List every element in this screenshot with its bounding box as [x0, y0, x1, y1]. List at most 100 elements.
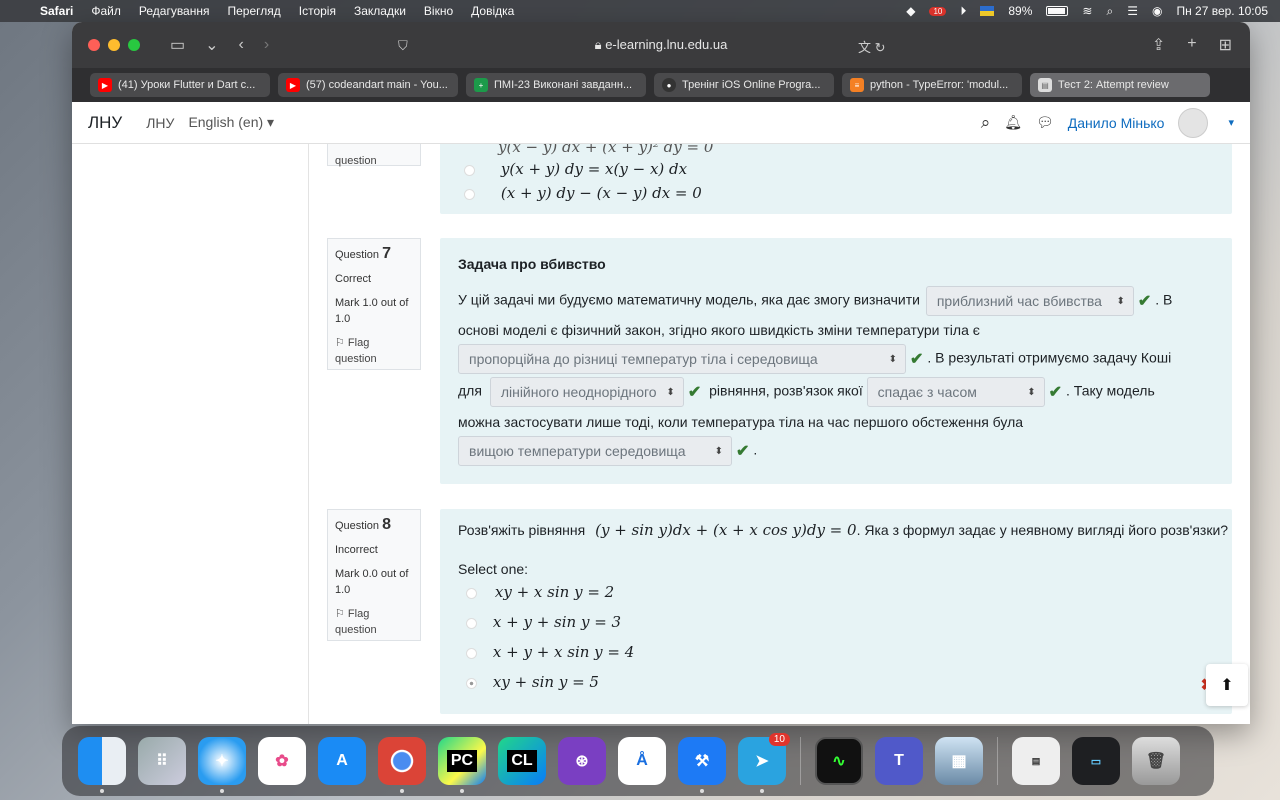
tab-label: (41) Уроки Flutter и Dart с...	[118, 79, 256, 91]
trash-icon[interactable]: 🗑︎	[1132, 737, 1180, 785]
back-icon[interactable]: ‹	[239, 36, 244, 54]
recent-window-icon[interactable]: ▭	[1072, 737, 1120, 785]
close-window-button[interactable]	[88, 39, 100, 51]
ukraine-flag-icon[interactable]	[980, 6, 995, 16]
avatar[interactable]	[1178, 107, 1209, 138]
select-dropdown[interactable]: пропорційна до різниці температур тіла і…	[458, 344, 906, 374]
siri-icon[interactable]: ◉	[1152, 4, 1162, 18]
telegram-icon[interactable]: ➤ 10	[738, 733, 790, 793]
finder-icon[interactable]	[78, 737, 126, 793]
menu-view[interactable]: Перегляд	[227, 4, 280, 18]
dock-separator	[800, 737, 801, 785]
radio-button[interactable]	[466, 647, 477, 659]
photos-icon[interactable]: ✿	[258, 737, 306, 785]
radio-button[interactable]	[464, 188, 475, 200]
url-text: e-learning.lnu.edu.ua	[605, 37, 728, 52]
notifications-bell-icon[interactable]: 🔔︎	[1004, 114, 1022, 131]
answer-option-selected[interactable]: xy + sin y = 5	[458, 673, 599, 691]
user-menu-name[interactable]: Данило Мінько	[1068, 115, 1165, 131]
option-formula: xy + sin y = 5	[492, 673, 599, 691]
answer-option[interactable]: x + y + sin y = 3	[458, 613, 621, 631]
battery-icon[interactable]	[1046, 6, 1069, 16]
radio-button[interactable]	[464, 164, 475, 176]
menu-history[interactable]: Історія	[299, 4, 336, 18]
menu-window[interactable]: Вікно	[424, 4, 453, 18]
radio-button[interactable]	[466, 617, 477, 629]
flag-question-link[interactable]: ⚐ Flag question	[335, 335, 413, 367]
forward-icon[interactable]: ›	[264, 36, 269, 54]
zoom-window-button[interactable]	[128, 39, 140, 51]
tab-python-error[interactable]: ≡ python - TypeError: 'modul...	[842, 73, 1022, 97]
answer-option[interactable]: xy + x sin y = 2	[458, 583, 614, 601]
toolbar-right: ⇪ + ⊞	[1152, 35, 1232, 55]
radio-button[interactable]	[466, 587, 477, 599]
app-store-icon[interactable]: A	[318, 737, 366, 785]
caret-down-icon[interactable]: ▾	[1228, 116, 1234, 129]
teams-icon[interactable]: T	[875, 737, 923, 785]
radio-button-checked[interactable]	[466, 677, 477, 689]
control-center-icon[interactable]: ☰	[1127, 4, 1138, 18]
activity-monitor-icon[interactable]: ∿	[815, 737, 863, 785]
safari-icon[interactable]: ✦	[198, 737, 246, 793]
answer-option[interactable]: x + y + x sin y = 4	[458, 643, 634, 661]
play-icon[interactable]: ⏵	[960, 4, 966, 19]
address-bar[interactable]: 🔒︎ e-learning.lnu.edu.ua	[595, 37, 728, 53]
language-menu[interactable]: English (en) ▾	[188, 114, 274, 131]
tab-flutter[interactable]: ▶ (41) Уроки Flutter и Dart с...	[90, 73, 270, 97]
select-value: пропорційна до різниці температур тіла і…	[469, 351, 818, 367]
select-dropdown[interactable]: лінійного неоднорідного ⬍	[489, 377, 684, 407]
pycharm-icon[interactable]: PC	[438, 737, 486, 793]
menu-file[interactable]: Файл	[91, 4, 121, 18]
spotlight-icon[interactable]: ⌕	[1106, 4, 1113, 19]
titlebar: ▭ ⌄ ‹ › ⛉ 🔒︎ e-learning.lnu.edu.ua 文 ↻ ⇪…	[72, 22, 1250, 68]
menu-edit[interactable]: Редагування	[139, 4, 210, 18]
clock[interactable]: Пн 27 вер. 10:05	[1176, 4, 1268, 18]
answer-option[interactable]: (x + y) dy − (x − y) dx = 0	[458, 184, 702, 202]
menu-help[interactable]: Довідка	[471, 4, 514, 18]
github-desktop-icon[interactable]: ⊛	[558, 737, 606, 785]
wifi-icon[interactable]: ≋	[1082, 4, 1092, 18]
minimize-window-button[interactable]	[108, 39, 120, 51]
site-brand[interactable]: ЛНУ	[88, 113, 122, 133]
tab-pmi23[interactable]: + ПМІ-23 Виконані завданн...	[466, 73, 646, 97]
back-to-top-button[interactable]: ⬆	[1206, 664, 1248, 706]
menu-app-name[interactable]: Safari	[40, 4, 73, 18]
select-dropdown[interactable]: вищою температури середовища ⬍	[458, 436, 732, 466]
tab-attempt-review[interactable]: ▤ Тест 2: Attempt review	[1030, 73, 1210, 97]
share-icon[interactable]: ⇪	[1152, 35, 1165, 55]
sidebar-icon[interactable]: ▭	[170, 35, 185, 55]
instruments-icon[interactable]: Å	[618, 737, 666, 785]
messages-icon[interactable]: 💬︎	[1036, 114, 1054, 131]
answer-option[interactable]: y(x + y) dy = x(y − x) dx	[458, 160, 687, 178]
nav-link-lnu[interactable]: ЛНУ	[146, 115, 174, 131]
tab-overview-icon[interactable]: ⊞	[1219, 35, 1232, 55]
privacy-shield-icon[interactable]: ⛉	[398, 38, 408, 54]
xcode-icon[interactable]: ⚒	[678, 737, 726, 793]
menu-bookmarks[interactable]: Закладки	[354, 4, 406, 18]
clion-label: CL	[507, 750, 537, 772]
tab-ios-training[interactable]: ● Тренінг iOS Online Progra...	[654, 73, 834, 97]
search-icon[interactable]: ⌕	[981, 113, 991, 133]
translate-icon[interactable]: 文 ↻	[858, 37, 886, 56]
chrome-icon[interactable]	[378, 737, 426, 793]
select-dropdown[interactable]: приблизний час вбивства ⬍	[925, 286, 1134, 316]
clion-icon[interactable]: CL	[498, 737, 546, 785]
macos-dock: ⠿ ✦ ✿ A PC CL ⊛ Å ⚒ ➤ 10 ∿ T ▦ ▤ ▭ 🗑︎	[62, 726, 1214, 796]
option-formula: y(x + y) dy = x(y − x) dx	[500, 160, 688, 178]
youtube-icon: ▶	[98, 78, 112, 92]
notification-badge[interactable]: 10	[929, 6, 947, 16]
equation: (y + sin y)dx + (x + x cos y)dy = 0	[595, 521, 857, 539]
chevron-down-icon[interactable]: ⌄	[205, 35, 218, 55]
tab-codeandart[interactable]: ▶ (57) codeandart main - You...	[278, 73, 458, 97]
pycharm-label: PC	[446, 750, 478, 772]
select-dropdown[interactable]: спадає з часом ⬍	[866, 377, 1045, 407]
preview-icon[interactable]: ▦	[935, 737, 983, 785]
question-mark: Mark 1.0 out of 1.0	[335, 297, 409, 325]
status-app-icon[interactable]: ◆	[906, 4, 915, 18]
downloads-stack-icon[interactable]: ▤	[1012, 737, 1060, 785]
lock-icon: 🔒︎	[594, 37, 602, 52]
flag-question-link[interactable]: ⚐ Flag question	[335, 606, 413, 638]
new-tab-icon[interactable]: +	[1187, 35, 1196, 55]
flag-question-link[interactable]: question	[335, 153, 413, 169]
launchpad-icon[interactable]: ⠿	[138, 737, 186, 785]
